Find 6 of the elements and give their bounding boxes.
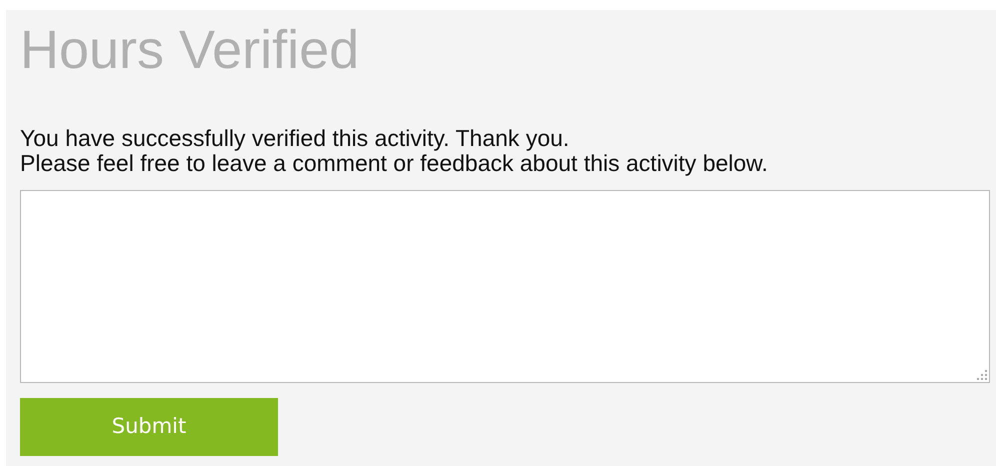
comment-field[interactable]	[20, 190, 990, 383]
message-text: Please feel free to leave a comment or feedback about this activity below.	[20, 151, 768, 176]
submit-button[interactable]: Submit	[20, 398, 278, 456]
page-title: Hours Verified	[20, 20, 360, 80]
resize-handle-icon[interactable]	[977, 370, 987, 380]
message-text: You have successfully verified this activity. Thank you.	[20, 126, 570, 151]
